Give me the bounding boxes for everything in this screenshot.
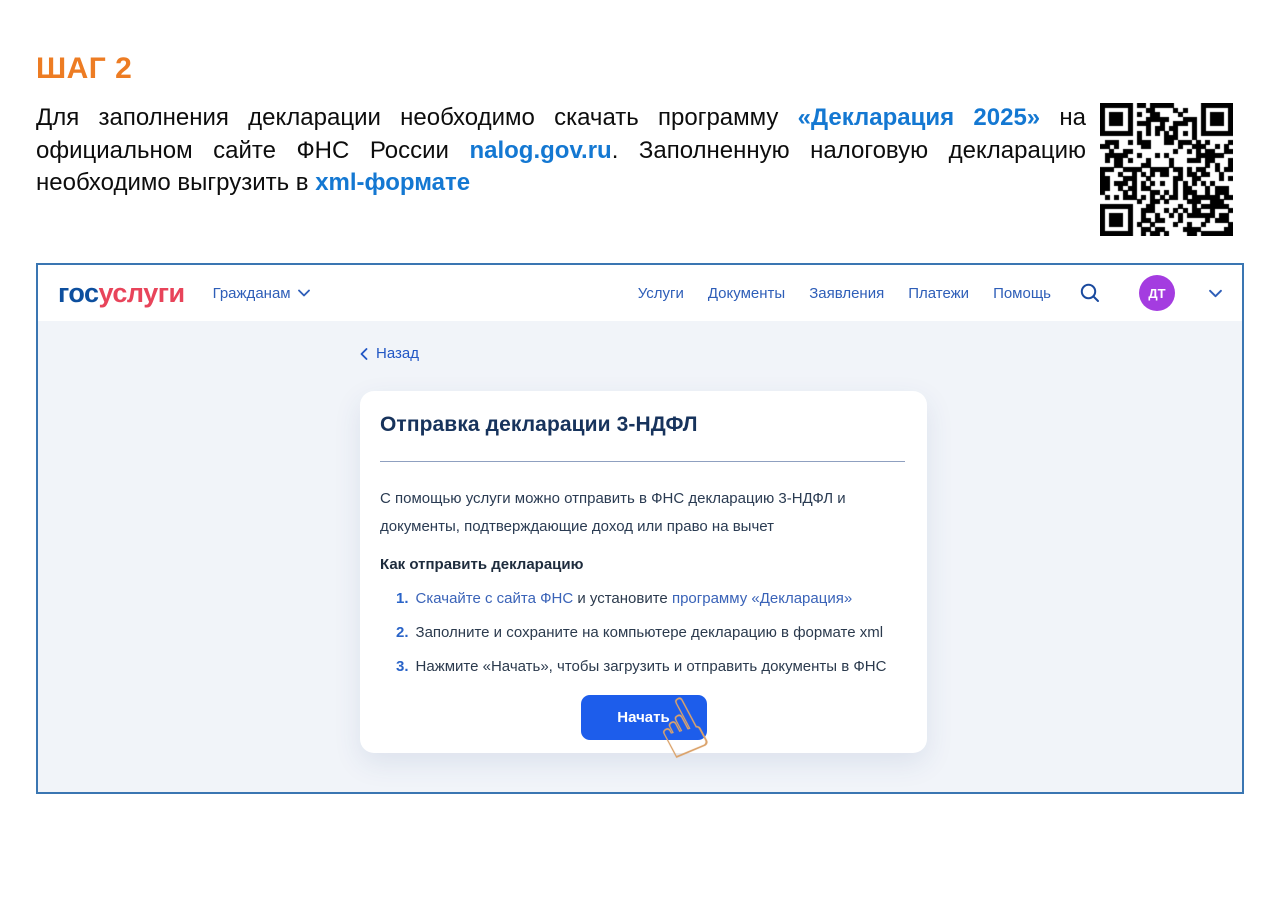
button-row: Начать: [380, 695, 907, 740]
chevron-down-icon: [298, 289, 310, 297]
logo-part-uslugi: услуги: [99, 278, 185, 308]
service-card: Отправка декларации 3-НДФЛ С помощью усл…: [360, 391, 927, 753]
instruction-step: 3. Нажмите «Начать», чтобы загрузить и о…: [396, 658, 907, 676]
intro-text: Для заполнения декларации необходимо ска…: [36, 102, 1086, 200]
site-header: госуслуги Гражданам Услуги Документы Зая…: [38, 265, 1242, 321]
logo-part-gos: гос: [58, 278, 99, 308]
step-number: 2.: [396, 624, 409, 642]
intro-highlight-declaration-2025: «Декларация 2025»: [798, 104, 1040, 131]
step-text: Скачайте с сайта ФНС и установите програ…: [416, 590, 853, 608]
nav-item-uslugi[interactable]: Услуги: [638, 285, 684, 302]
declaration-program-link[interactable]: программу «Декларация»: [672, 590, 852, 607]
card-title: Отправка декларации 3-НДФЛ: [380, 413, 907, 437]
card-description: С помощью услуги можно отправить в ФНС д…: [380, 485, 882, 541]
intro-highlight-xml-format: xml-формате: [315, 169, 470, 196]
back-link-label: Назад: [376, 345, 419, 362]
nav-item-pomosch[interactable]: Помощь: [993, 285, 1051, 302]
step-title: ШАГ 2: [36, 52, 132, 86]
chevron-left-icon: [360, 348, 368, 360]
instruction-steps: 1. Скачайте с сайта ФНС и установите про…: [380, 590, 907, 676]
page-content: Назад Отправка декларации 3-НДФЛ С помощ…: [38, 321, 1242, 792]
audience-dropdown[interactable]: Гражданам: [213, 285, 310, 302]
gosuslugi-screenshot: госуслуги Гражданам Услуги Документы Зая…: [36, 263, 1244, 794]
nav-item-zayavleniya[interactable]: Заявления: [809, 285, 884, 302]
step-text-segment: и установите: [573, 590, 672, 607]
profile-chevron-icon[interactable]: [1209, 289, 1222, 298]
instruction-slide: ШАГ 2 Для заполнения декларации необходи…: [0, 0, 1280, 905]
step-text: Нажмите «Начать», чтобы загрузить и отпр…: [416, 658, 887, 676]
qr-code: [1100, 103, 1233, 236]
instruction-step: 2. Заполните и сохраните на компьютере д…: [396, 624, 907, 642]
gosuslugi-logo[interactable]: госуслуги: [58, 278, 185, 309]
step-number: 3.: [396, 658, 409, 676]
search-icon: [1079, 282, 1101, 304]
nav-item-dokumenty[interactable]: Документы: [708, 285, 785, 302]
main-nav: Услуги Документы Заявления Платежи Помощ…: [638, 275, 1222, 311]
audience-dropdown-label: Гражданам: [213, 285, 291, 302]
how-to-subheading: Как отправить декларацию: [380, 556, 907, 573]
step-number: 1.: [396, 590, 409, 608]
start-button[interactable]: Начать: [581, 695, 707, 740]
search-button[interactable]: [1079, 282, 1101, 304]
instruction-step: 1. Скачайте с сайта ФНС и установите про…: [396, 590, 907, 608]
back-link[interactable]: Назад: [360, 345, 419, 362]
user-avatar[interactable]: ДТ: [1139, 275, 1175, 311]
intro-highlight-nalog-gov-ru: nalog.gov.ru: [469, 137, 611, 164]
avatar-initials: ДТ: [1148, 286, 1165, 301]
nav-item-platezhi[interactable]: Платежи: [908, 285, 969, 302]
divider: [380, 461, 905, 462]
step-text: Заполните и сохраните на компьютере декл…: [416, 624, 884, 642]
intro-segment: Для заполнения декларации необходимо ска…: [36, 104, 798, 131]
fns-download-link[interactable]: Скачайте с сайта ФНС: [416, 590, 574, 607]
